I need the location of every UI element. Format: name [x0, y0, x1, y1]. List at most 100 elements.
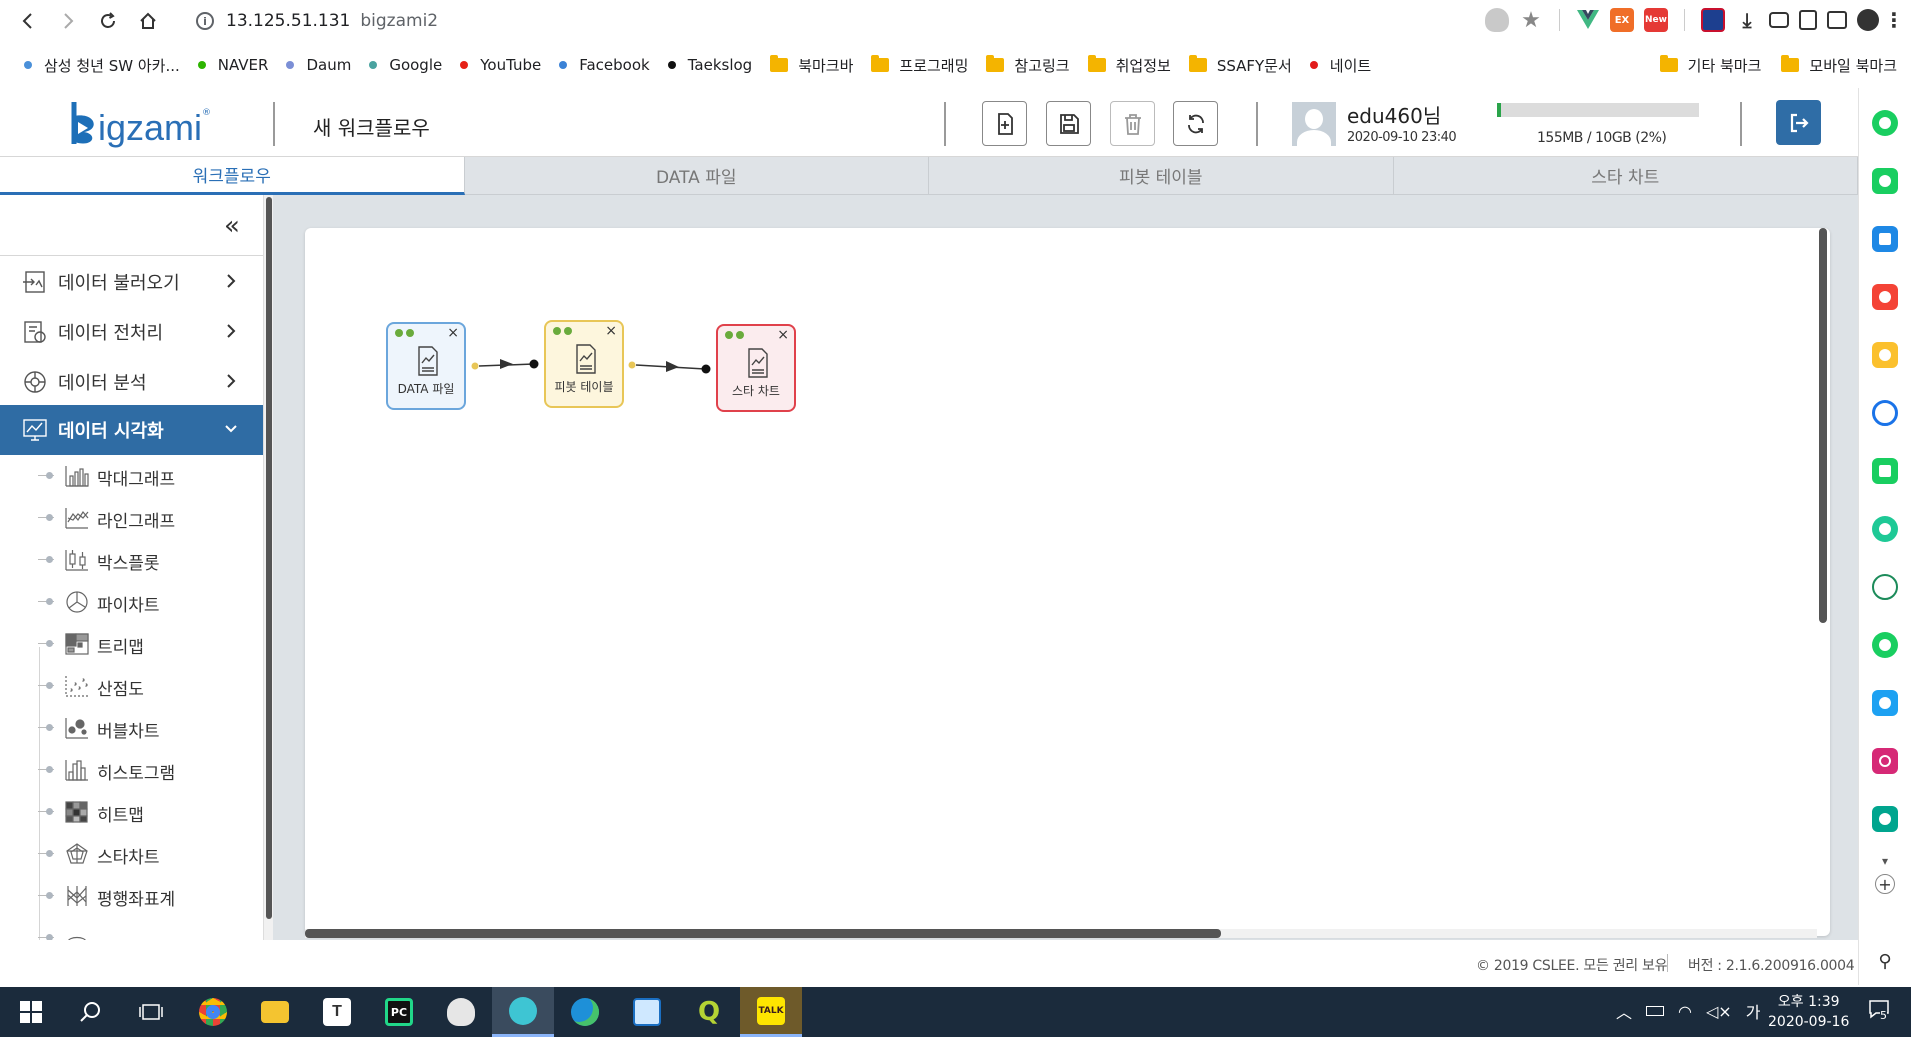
- tray-chevron-icon[interactable]: ︿: [1616, 999, 1632, 1023]
- tab-workflow[interactable]: 워크플로우: [0, 157, 465, 195]
- site-info-icon[interactable]: i: [196, 12, 214, 30]
- sidebar-subitem-pie-chart[interactable]: 파이차트: [0, 581, 265, 623]
- vscode-app-icon[interactable]: [492, 987, 554, 1037]
- save-button[interactable]: [1046, 101, 1091, 146]
- back-icon[interactable]: [10, 3, 46, 39]
- vue-devtools-icon[interactable]: [1576, 8, 1600, 32]
- character-app-icon[interactable]: [1872, 574, 1898, 600]
- talk-app-icon[interactable]: [1872, 168, 1898, 194]
- windows-start-icon[interactable]: [0, 987, 62, 1037]
- sidebar-subitem-star-chart[interactable]: 스타차트: [0, 833, 265, 875]
- task-view-icon[interactable]: [120, 987, 182, 1037]
- profile-avatar-icon[interactable]: [1857, 9, 1879, 31]
- sidebar-scrollbar[interactable]: [263, 195, 273, 940]
- bookmark-folder[interactable]: 참고링크: [986, 55, 1070, 76]
- sidebar-subitem-bubble-chart[interactable]: 버블차트: [0, 707, 265, 749]
- sidebar-scrollbar-thumb[interactable]: [266, 197, 272, 919]
- bookmark-folder[interactable]: SSAFY문서: [1188, 55, 1292, 76]
- ex-extension-icon[interactable]: EX: [1610, 8, 1634, 32]
- sidebar-item-data-analysis[interactable]: 데이터 분석: [0, 357, 265, 407]
- node-close-icon[interactable]: ×: [447, 325, 459, 341]
- sidebar-item-data-load[interactable]: 데이터 불러오기: [0, 257, 265, 307]
- menu-dots-icon[interactable]: ⋮: [1884, 8, 1904, 32]
- twitter-icon[interactable]: [1872, 690, 1898, 716]
- typora-icon[interactable]: T: [306, 987, 368, 1037]
- wifi-icon[interactable]: ◠: [1678, 1002, 1692, 1021]
- bigzami-logo[interactable]: igzami ®: [70, 100, 211, 146]
- other-bookmarks-folder[interactable]: 기타 북마크: [1659, 55, 1761, 76]
- pocket-app-icon[interactable]: [1872, 284, 1898, 310]
- bookmark-folder[interactable]: 북마크바: [770, 55, 853, 76]
- bookmark-item[interactable]: Facebook: [559, 56, 650, 74]
- search-icon[interactable]: [60, 987, 122, 1037]
- qlik-app-icon[interactable]: Q: [678, 987, 740, 1037]
- paint-app-icon[interactable]: [430, 987, 492, 1037]
- forward-icon[interactable]: [50, 3, 86, 39]
- mobile-bookmarks-folder[interactable]: 모바일 북마크: [1781, 55, 1897, 76]
- sidebar-subitem-treemap[interactable]: 트리맵: [0, 623, 265, 665]
- home-icon[interactable]: [130, 3, 166, 39]
- download-icon[interactable]: ⤓: [1735, 8, 1759, 32]
- bookmark-item[interactable]: Taekslog: [667, 56, 752, 74]
- node-close-icon[interactable]: ×: [777, 327, 789, 343]
- chrome-taskbar-icon[interactable]: [182, 987, 244, 1037]
- pin-icon[interactable]: ⚲: [1872, 948, 1898, 974]
- sidebar-toggle-icon[interactable]: [1827, 11, 1847, 29]
- bookmark-item[interactable]: 삼성 청년 SW 아카...: [24, 55, 180, 76]
- notification-center-icon[interactable]: 5: [1868, 999, 1894, 1025]
- sidebar-subitem-scatter[interactable]: 산점도: [0, 665, 265, 707]
- logout-button[interactable]: [1776, 100, 1821, 145]
- bookmark-folder[interactable]: 취업정보: [1087, 55, 1171, 76]
- volume-icon[interactable]: ◁×: [1706, 1002, 1732, 1021]
- bookmark-folder[interactable]: 프로그래밍: [871, 55, 968, 76]
- tab-pivot-table[interactable]: 피봇 테이블: [929, 157, 1394, 195]
- sidebar-item-data-preprocess[interactable]: 데이터 전처리: [0, 307, 265, 357]
- workflow-node-star-chart[interactable]: × 스타 차트: [716, 324, 796, 412]
- sidebar-subitem-box-plot[interactable]: 박스플롯: [0, 539, 265, 581]
- naver-app-icon[interactable]: [1872, 110, 1898, 136]
- favorites-app-icon[interactable]: [1872, 342, 1898, 368]
- tab-star-chart[interactable]: 스타 차트: [1393, 157, 1858, 195]
- sidebar-subitem-histogram[interactable]: 히스토그램: [0, 749, 265, 791]
- battery-icon[interactable]: [1646, 1006, 1665, 1016]
- sidebar-subitem-heatmap[interactable]: 히트맵: [0, 791, 265, 833]
- kakaotalk-icon[interactable]: TALK: [740, 987, 802, 1037]
- new-workflow-button[interactable]: [982, 101, 1027, 146]
- canvas-vertical-scrollbar[interactable]: [1818, 228, 1828, 933]
- file-explorer-icon[interactable]: [244, 987, 306, 1037]
- connector-pivot-to-star[interactable]: [628, 361, 711, 374]
- sidebar-item-data-visualization[interactable]: 데이터 시각화: [0, 405, 265, 455]
- tab-data-file[interactable]: DATA 파일: [464, 157, 929, 195]
- reload-icon[interactable]: [90, 3, 126, 39]
- add-icon[interactable]: +: [1875, 874, 1895, 894]
- sidebar-subitem-line-graph[interactable]: 라인그래프: [0, 497, 265, 539]
- avatar[interactable]: [1292, 102, 1336, 146]
- chevron-down-icon[interactable]: ▾: [1872, 848, 1898, 874]
- instagram-icon[interactable]: [1872, 748, 1898, 774]
- play-app-icon[interactable]: [1872, 516, 1898, 542]
- sidebar-subitem-parallel-coordinates[interactable]: 평행좌표계: [0, 875, 265, 917]
- uk-flag-icon[interactable]: [1701, 8, 1725, 32]
- screenshot-icon[interactable]: [1769, 12, 1789, 28]
- edge-taskbar-icon[interactable]: [554, 987, 616, 1037]
- diagram-app-icon[interactable]: [616, 987, 678, 1037]
- connector-data-to-pivot[interactable]: [471, 359, 539, 370]
- memo-app-icon[interactable]: [1872, 458, 1898, 484]
- bookmark-item[interactable]: 네이트: [1309, 55, 1371, 76]
- delete-button[interactable]: [1110, 101, 1155, 146]
- pycharm-icon[interactable]: PC: [368, 987, 430, 1037]
- line-app-icon[interactable]: [1872, 632, 1898, 658]
- workflow-title[interactable]: 새 워크플로우: [313, 112, 430, 141]
- bookmark-item[interactable]: Daum: [286, 56, 351, 74]
- sidebar-subitem-bar-graph[interactable]: 막대그래프: [0, 455, 265, 497]
- blog-app-icon[interactable]: [1872, 806, 1898, 832]
- bookmark-item[interactable]: NAVER: [197, 56, 268, 74]
- workflow-node-pivot-table[interactable]: × 피봇 테이블: [544, 320, 624, 408]
- pocket-icon[interactable]: [1485, 8, 1509, 32]
- bookmark-star-icon[interactable]: ★: [1519, 8, 1543, 33]
- bookmark-item[interactable]: YouTube: [460, 56, 541, 74]
- canvas-vertical-scrollbar-thumb[interactable]: [1819, 228, 1827, 623]
- node-close-icon[interactable]: ×: [605, 323, 617, 339]
- canvas-horizontal-scrollbar[interactable]: [305, 929, 1817, 938]
- address-bar[interactable]: i 13.125.51.131 bigzami2: [196, 11, 438, 31]
